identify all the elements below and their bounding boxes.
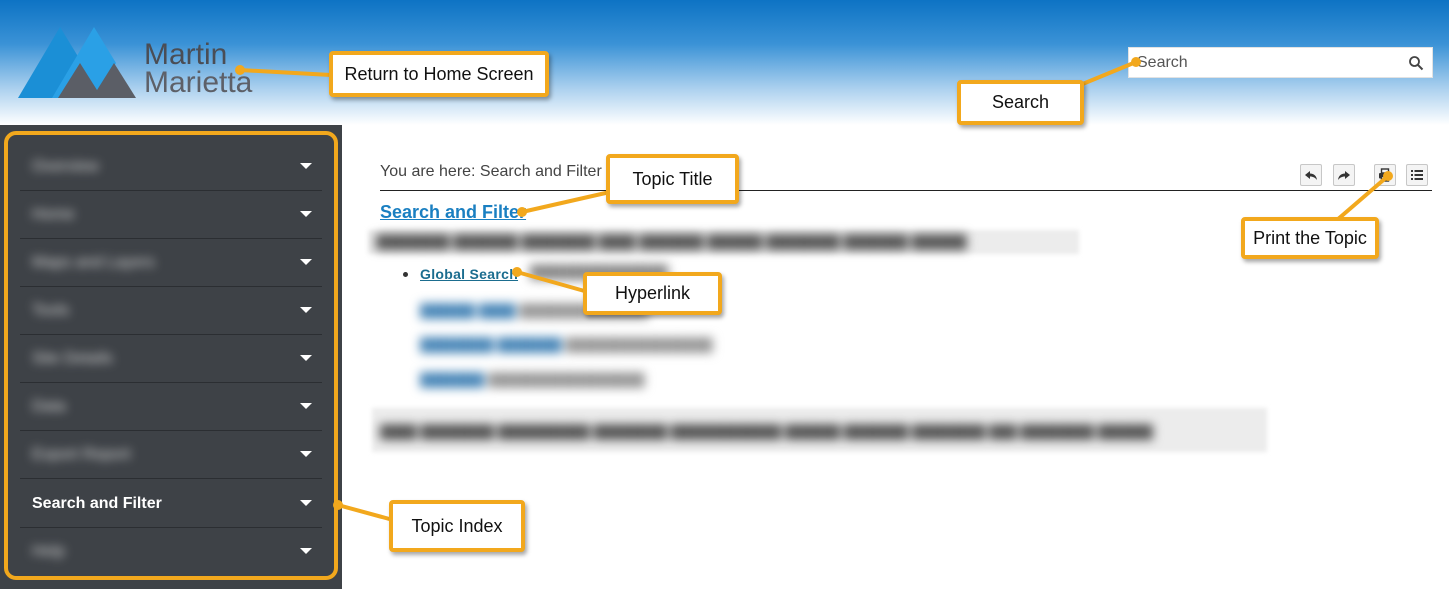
forward-button[interactable] [1333,164,1355,186]
logo-line1: Martin [144,38,228,71]
blurred-link[interactable]: ████████ ███████ ████████████████ [420,337,713,352]
chevron-down-icon[interactable] [300,548,312,554]
sidebar-item[interactable]: Help [20,529,322,576]
sidebar-item[interactable]: Overview [20,144,322,191]
callout-label: Print the Topic [1253,228,1367,248]
callout-label: Search [991,92,1050,112]
sidebar-item-label: Site Details [32,350,113,367]
blurred-link[interactable]: ███████ █████████████████ [420,372,645,387]
sidebar-item-label: Overview [32,158,99,175]
breadcrumb-text: You are here: Search and Filter [380,163,602,180]
sidebar-item[interactable]: Maps and Layers [20,240,322,287]
back-button[interactable] [1300,164,1322,186]
sidebar-item[interactable]: Tools [20,288,322,335]
callout-topic-title: Topic Title [606,154,739,204]
sidebar-item-search-and-filter[interactable]: Search and Filter [20,481,322,528]
home-logo-link[interactable]: Martin Marietta [18,27,268,101]
chevron-down-icon[interactable] [300,163,312,169]
callout-label: Topic Title [632,169,713,189]
callout-hyperlink: Hyperlink [583,272,722,315]
callout-search: Search [957,80,1084,125]
chevron-down-icon[interactable] [300,307,312,313]
back-icon [1305,171,1317,180]
blurred-text: ████ ████████ ██████████ ████████ ██████… [380,424,1153,439]
blurred-text: ████████ ███████ ████████ ████ ███████ █… [376,234,967,249]
sidebar-item[interactable]: Site Details [20,336,322,383]
chevron-down-icon[interactable] [300,451,312,457]
sidebar-item-label: Tools [32,302,70,319]
sidebar-item-label: Help [32,543,65,560]
callout-label: Topic Index [411,516,503,536]
sidebar-item[interactable]: Export Report [20,432,322,479]
bullet [403,272,408,277]
callout-print-topic: Print the Topic [1241,217,1379,259]
sidebar-item-label: Search and Filter [32,495,162,512]
topic-title-link[interactable]: Search and Filter [380,202,526,223]
sidebar-item[interactable]: Data [20,384,322,431]
forward-icon [1338,171,1350,180]
callout-topic-index: Topic Index [389,500,525,552]
chevron-down-icon[interactable] [300,355,312,361]
callout-return-home: Return to Home Screen [329,51,549,97]
breadcrumb: You are here: Search and Filter [380,160,1432,191]
logo-line2: Marietta [144,66,253,99]
print-button[interactable] [1374,164,1396,186]
toc-icon [1411,170,1423,180]
chevron-down-icon[interactable] [300,403,312,409]
print-icon [1379,168,1391,182]
search-box [1128,47,1433,78]
sidebar-item-label: Maps and Layers [32,254,155,271]
topic-index-sidebar: Overview Home Maps and Layers Tools Site… [0,125,342,589]
global-search-hyperlink[interactable]: Global Search [420,266,518,282]
sidebar-item-label: Export Report [32,446,131,463]
search-input[interactable] [1137,51,1397,75]
callout-label: Hyperlink [614,283,691,303]
toc-button[interactable] [1406,164,1428,186]
chevron-down-icon[interactable] [300,500,312,506]
sidebar-item[interactable]: Home [20,192,322,239]
chevron-down-icon[interactable] [300,259,312,265]
header: Martin Marietta [0,0,1449,125]
logo-mark-icon [18,27,136,98]
search-icon[interactable] [1408,55,1424,71]
sidebar-item-label: Home [32,206,75,223]
callout-label: Return to Home Screen [344,64,534,84]
chevron-down-icon[interactable] [300,211,312,217]
logo-text: Martin Marietta [144,38,253,99]
sidebar-item-label: Data [32,398,66,415]
